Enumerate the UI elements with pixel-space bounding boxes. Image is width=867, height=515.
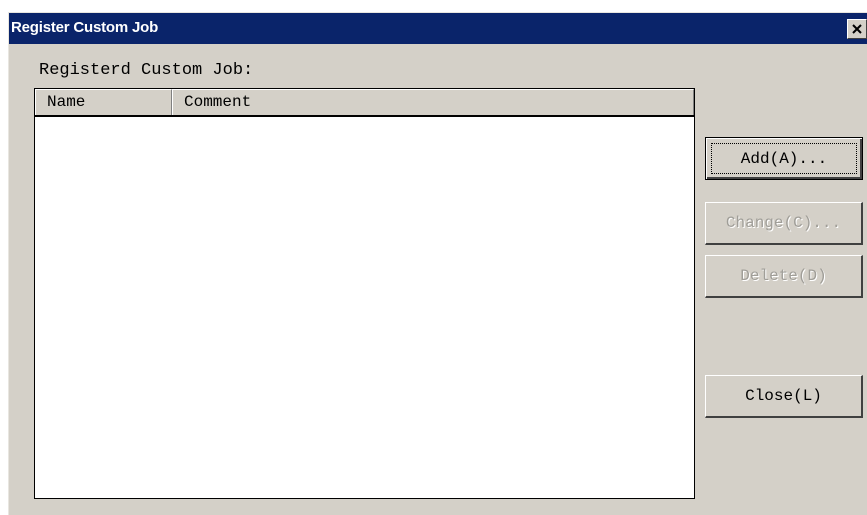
delete-button[interactable]: Delete(D) — [705, 255, 863, 298]
register-custom-job-dialog: Register Custom Job Registerd Custom Job… — [8, 12, 867, 515]
custom-job-list[interactable]: Name Comment — [34, 88, 695, 499]
window-title: Register Custom Job — [11, 19, 159, 36]
add-button-label: Add(A)... — [740, 149, 828, 168]
close-icon — [852, 24, 862, 34]
delete-button-label: Delete(D) — [740, 267, 827, 285]
close-window-button[interactable] — [847, 19, 867, 39]
close-button-label: Close(L) — [745, 387, 822, 405]
change-button-label: Change(C)... — [725, 214, 842, 232]
change-button[interactable]: Change(C)... — [705, 202, 863, 245]
column-header-comment[interactable]: Comment — [172, 89, 694, 115]
list-body[interactable] — [35, 117, 694, 498]
list-caption: Registerd Custom Job: — [39, 61, 254, 80]
title-bar[interactable]: Register Custom Job — [9, 13, 867, 44]
list-header: Name Comment — [35, 89, 694, 117]
add-button[interactable]: Add(A)... — [705, 137, 863, 180]
close-button[interactable]: Close(L) — [705, 375, 863, 418]
column-header-name[interactable]: Name — [35, 89, 172, 115]
